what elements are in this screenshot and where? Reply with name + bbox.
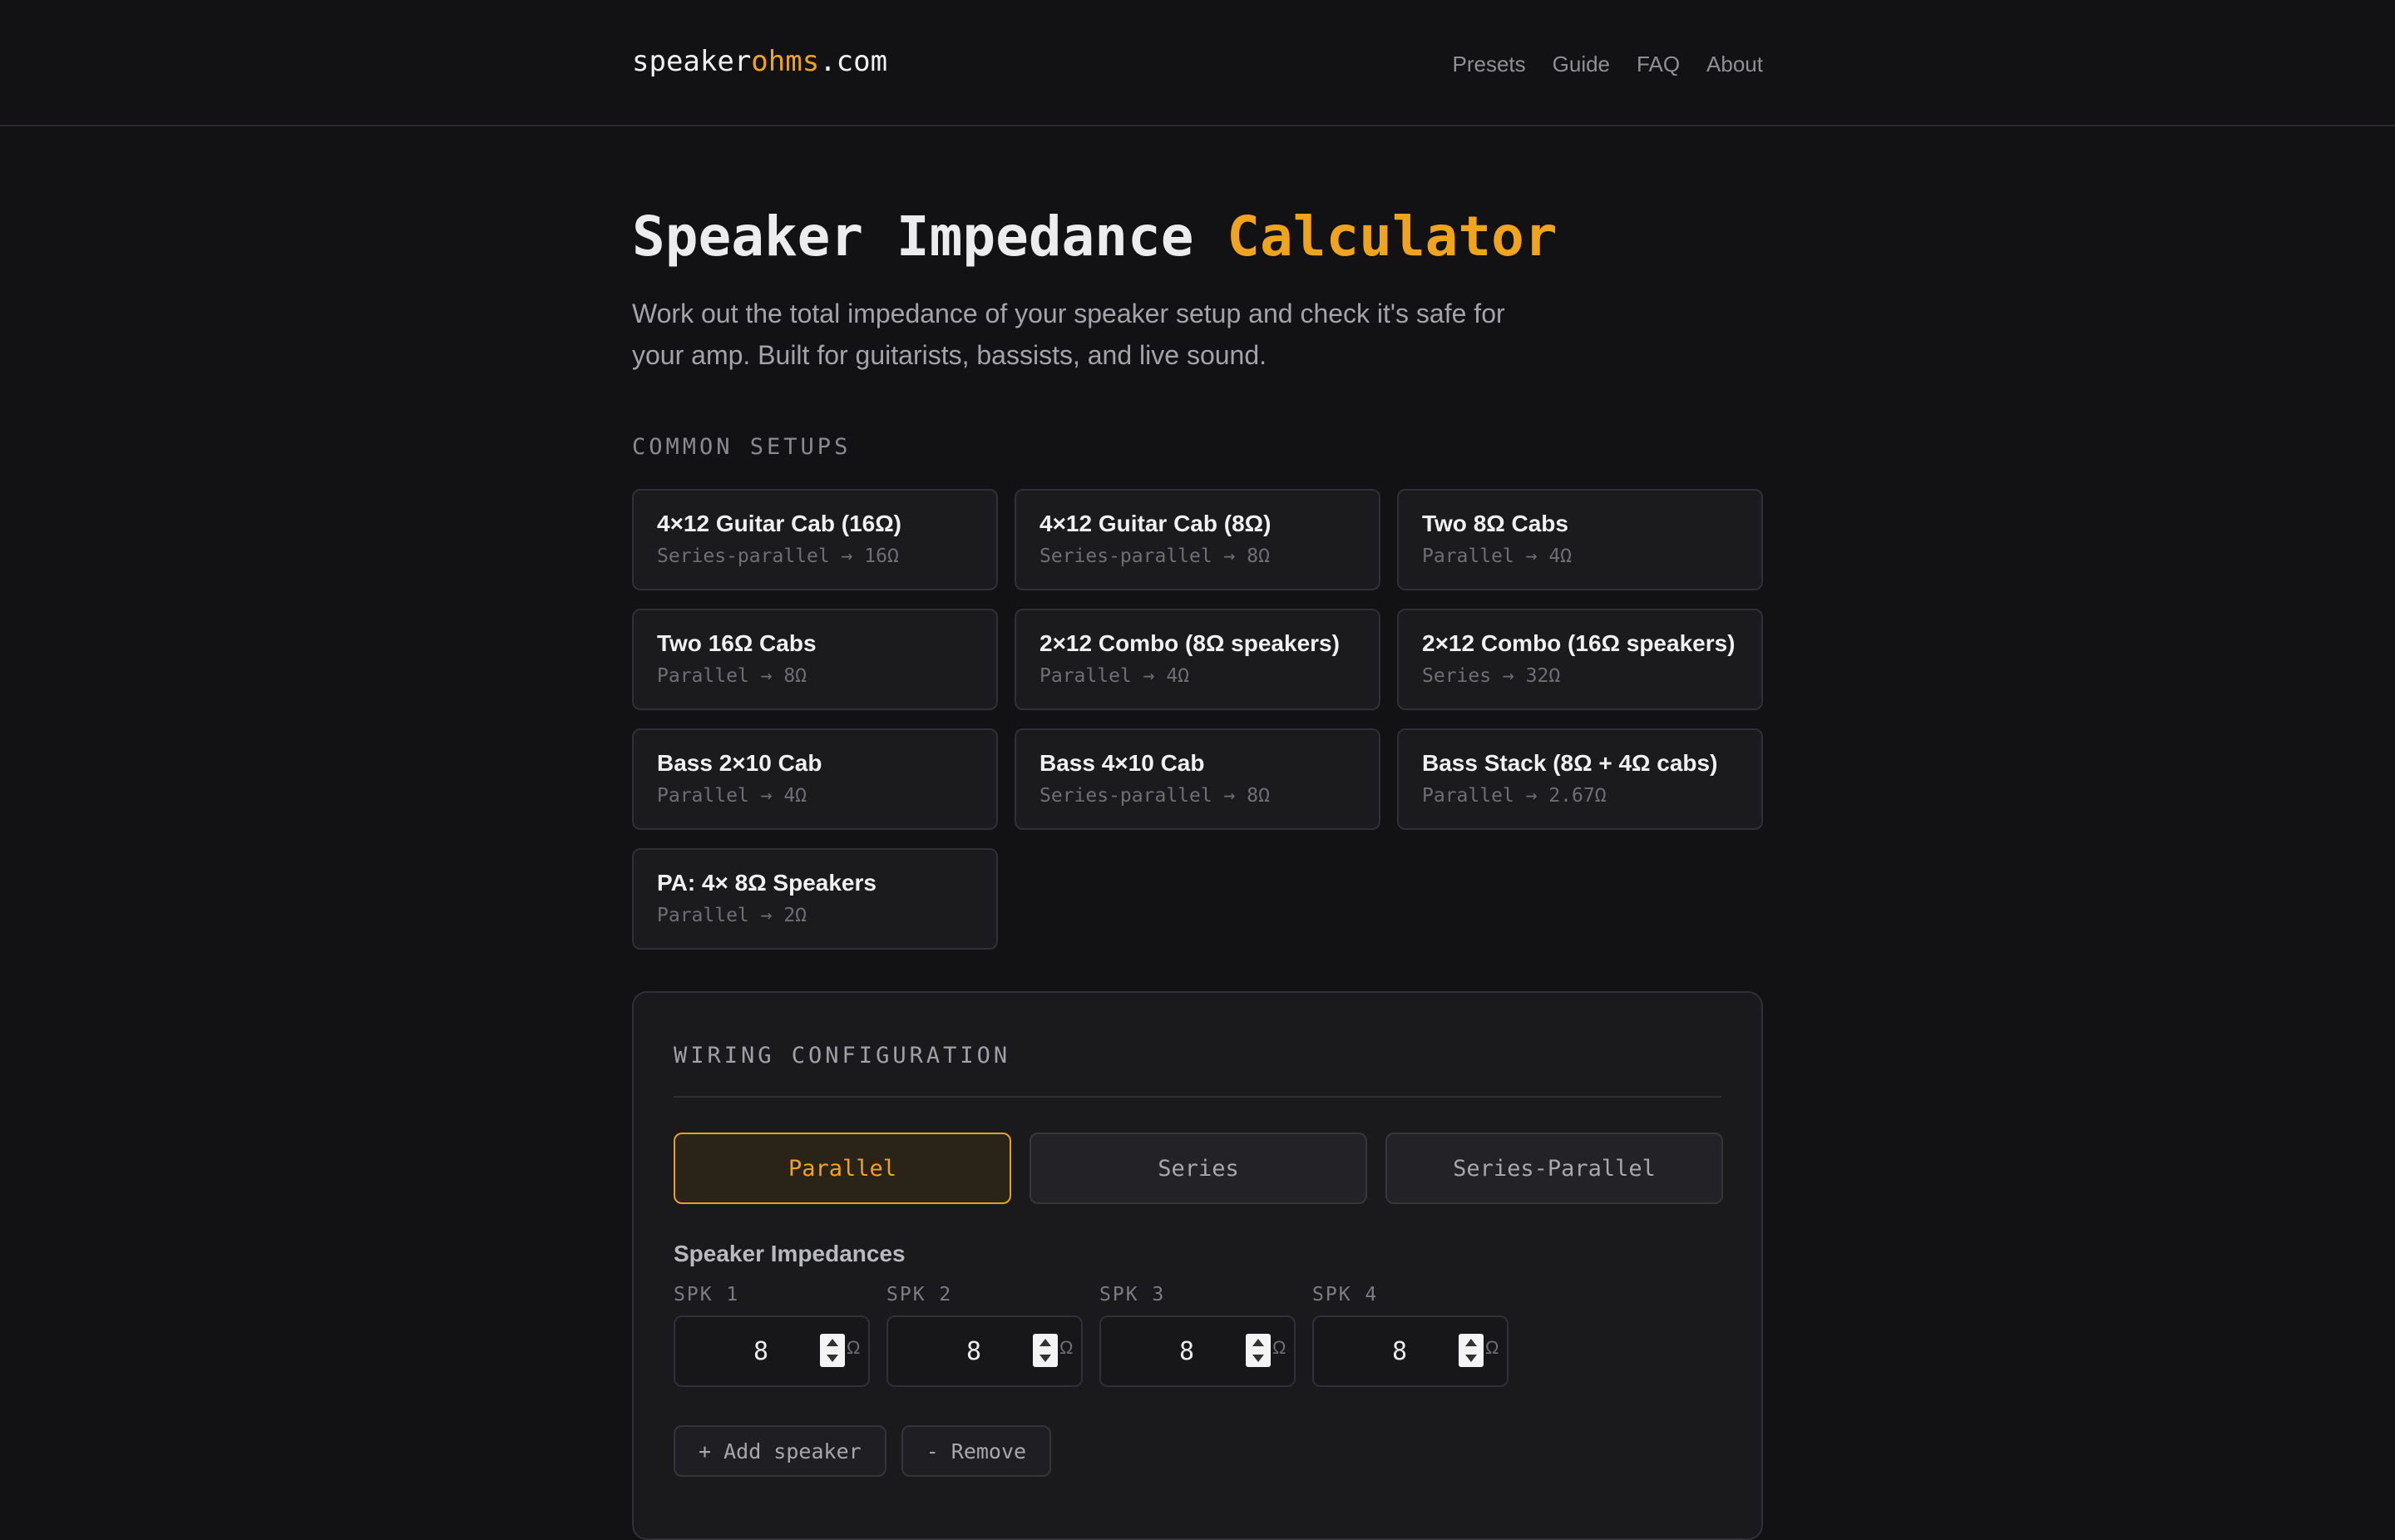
wiring-panel: WIRING CONFIGURATION Parallel Series Ser… [632, 991, 1763, 1540]
number-stepper[interactable] [1033, 1334, 1058, 1367]
wiring-mode-group: Parallel Series Series-Parallel [674, 1133, 1723, 1204]
preset-card[interactable]: PA: 4× 8Ω Speakers Parallel → 2Ω [632, 848, 998, 950]
page-subtitle: Work out the total impedance of your spe… [632, 299, 1505, 370]
stepper-up-icon[interactable] [1039, 1339, 1051, 1346]
mode-series-button[interactable]: Series [1030, 1133, 1367, 1204]
site-logo[interactable]: speakerohms.com [632, 45, 887, 78]
nav-link-presets[interactable]: Presets [1452, 52, 1525, 77]
mode-parallel-button[interactable]: Parallel [674, 1133, 1011, 1204]
ohm-unit: Ω [1272, 1337, 1286, 1358]
preset-name: Bass Stack (8Ω + 4Ω cabs) [1422, 750, 1718, 776]
number-stepper[interactable] [1459, 1334, 1484, 1367]
impedance-input[interactable]: 8 Ω [886, 1315, 1083, 1387]
speaker-actions: + Add speaker - Remove [674, 1425, 1052, 1477]
preset-card[interactable]: Bass Stack (8Ω + 4Ω cabs) Parallel → 2.6… [1397, 728, 1763, 830]
stepper-down-icon[interactable] [827, 1355, 838, 1362]
stepper-down-icon[interactable] [1252, 1355, 1264, 1362]
preset-name: 2×12 Combo (16Ω speakers) [1422, 630, 1736, 656]
divider [674, 1096, 1721, 1098]
wiring-config-label: WIRING CONFIGURATION [674, 1043, 1011, 1069]
preset-card[interactable]: Two 8Ω Cabs Parallel → 4Ω [1397, 489, 1763, 590]
main-nav: Presets Guide FAQ About [1452, 52, 1763, 77]
preset-description: Parallel → 2Ω [657, 905, 807, 926]
preset-name: Two 8Ω Cabs [1422, 511, 1568, 536]
speaker-item: SPK 4 8 Ω [1312, 1284, 1509, 1387]
speaker-label: SPK 3 [1099, 1284, 1166, 1306]
impedance-input[interactable]: 8 Ω [1099, 1315, 1296, 1387]
nav-link-about[interactable]: About [1706, 52, 1763, 77]
nav-link-guide[interactable]: Guide [1553, 52, 1610, 77]
page-title-main: Speaker Impedance [632, 205, 1194, 269]
speaker-item: SPK 3 8 Ω [1099, 1284, 1296, 1387]
page-title: Speaker Impedance Calculator [632, 205, 1558, 269]
preset-grid: 4×12 Guitar Cab (16Ω) Series-parallel → … [632, 489, 1763, 950]
speaker-list: SPK 1 8 Ω SPK 2 8 Ω SPK 3 8 Ω SPK 4 8 Ω [674, 1284, 1509, 1387]
logo-part-domain: .com [819, 45, 888, 78]
logo-part-speaker: speaker [632, 45, 752, 78]
speaker-item: SPK 2 8 Ω [886, 1284, 1083, 1387]
preset-description: Series-parallel → 8Ω [1039, 785, 1270, 807]
preset-card[interactable]: Two 16Ω Cabs Parallel → 8Ω [632, 609, 998, 710]
common-setups-label: COMMON SETUPS [632, 434, 852, 460]
speaker-label: SPK 1 [674, 1284, 740, 1306]
speaker-item: SPK 1 8 Ω [674, 1284, 870, 1387]
page-title-accent: Calculator [1227, 205, 1558, 269]
stepper-up-icon[interactable] [1465, 1339, 1477, 1346]
ohm-unit: Ω [1059, 1337, 1074, 1358]
preset-name: Bass 2×10 Cab [657, 750, 822, 776]
preset-name: 2×12 Combo (8Ω speakers) [1039, 630, 1340, 656]
preset-name: 4×12 Guitar Cab (16Ω) [657, 511, 901, 536]
preset-name: Bass 4×10 Cab [1039, 750, 1205, 776]
preset-card[interactable]: 4×12 Guitar Cab (16Ω) Series-parallel → … [632, 489, 998, 590]
preset-description: Parallel → 4Ω [1039, 665, 1190, 687]
preset-description: Series-parallel → 16Ω [657, 545, 899, 567]
preset-description: Series-parallel → 8Ω [1039, 545, 1270, 567]
preset-card[interactable]: 2×12 Combo (8Ω speakers) Parallel → 4Ω [1015, 609, 1380, 710]
preset-name: 4×12 Guitar Cab (8Ω) [1039, 511, 1272, 536]
preset-card[interactable]: 2×12 Combo (16Ω speakers) Series → 32Ω [1397, 609, 1763, 710]
number-stepper[interactable] [820, 1334, 845, 1367]
impedance-input[interactable]: 8 Ω [674, 1315, 870, 1387]
preset-name: PA: 4× 8Ω Speakers [657, 870, 877, 896]
stepper-up-icon[interactable] [827, 1339, 838, 1346]
stepper-down-icon[interactable] [1465, 1355, 1477, 1362]
preset-description: Series → 32Ω [1422, 665, 1561, 687]
speaker-label: SPK 4 [1312, 1284, 1379, 1306]
preset-description: Parallel → 2.67Ω [1422, 785, 1607, 807]
impedance-input[interactable]: 8 Ω [1312, 1315, 1509, 1387]
speaker-impedances-label: Speaker Impedances [674, 1241, 906, 1266]
number-stepper[interactable] [1246, 1334, 1271, 1367]
preset-name: Two 16Ω Cabs [657, 630, 817, 656]
remove-speaker-button[interactable]: - Remove [901, 1425, 1052, 1477]
preset-card[interactable]: 4×12 Guitar Cab (8Ω) Series-parallel → 8… [1015, 489, 1380, 590]
site-header: speakerohms.com Presets Guide FAQ About [0, 0, 2395, 126]
logo-part-ohms: ohms [751, 45, 820, 78]
ohm-unit: Ω [847, 1337, 861, 1358]
mode-series-parallel-button[interactable]: Series-Parallel [1385, 1133, 1723, 1204]
speaker-label: SPK 2 [886, 1284, 953, 1306]
stepper-down-icon[interactable] [1039, 1355, 1051, 1362]
preset-description: Parallel → 8Ω [657, 665, 807, 687]
preset-description: Parallel → 4Ω [1422, 545, 1573, 567]
preset-card[interactable]: Bass 2×10 Cab Parallel → 4Ω [632, 728, 998, 830]
stepper-up-icon[interactable] [1252, 1339, 1264, 1346]
nav-link-faq[interactable]: FAQ [1637, 52, 1680, 77]
add-speaker-button[interactable]: + Add speaker [674, 1425, 886, 1477]
ohm-unit: Ω [1485, 1337, 1499, 1358]
preset-card[interactable]: Bass 4×10 Cab Series-parallel → 8Ω [1015, 728, 1380, 830]
preset-description: Parallel → 4Ω [657, 785, 807, 807]
